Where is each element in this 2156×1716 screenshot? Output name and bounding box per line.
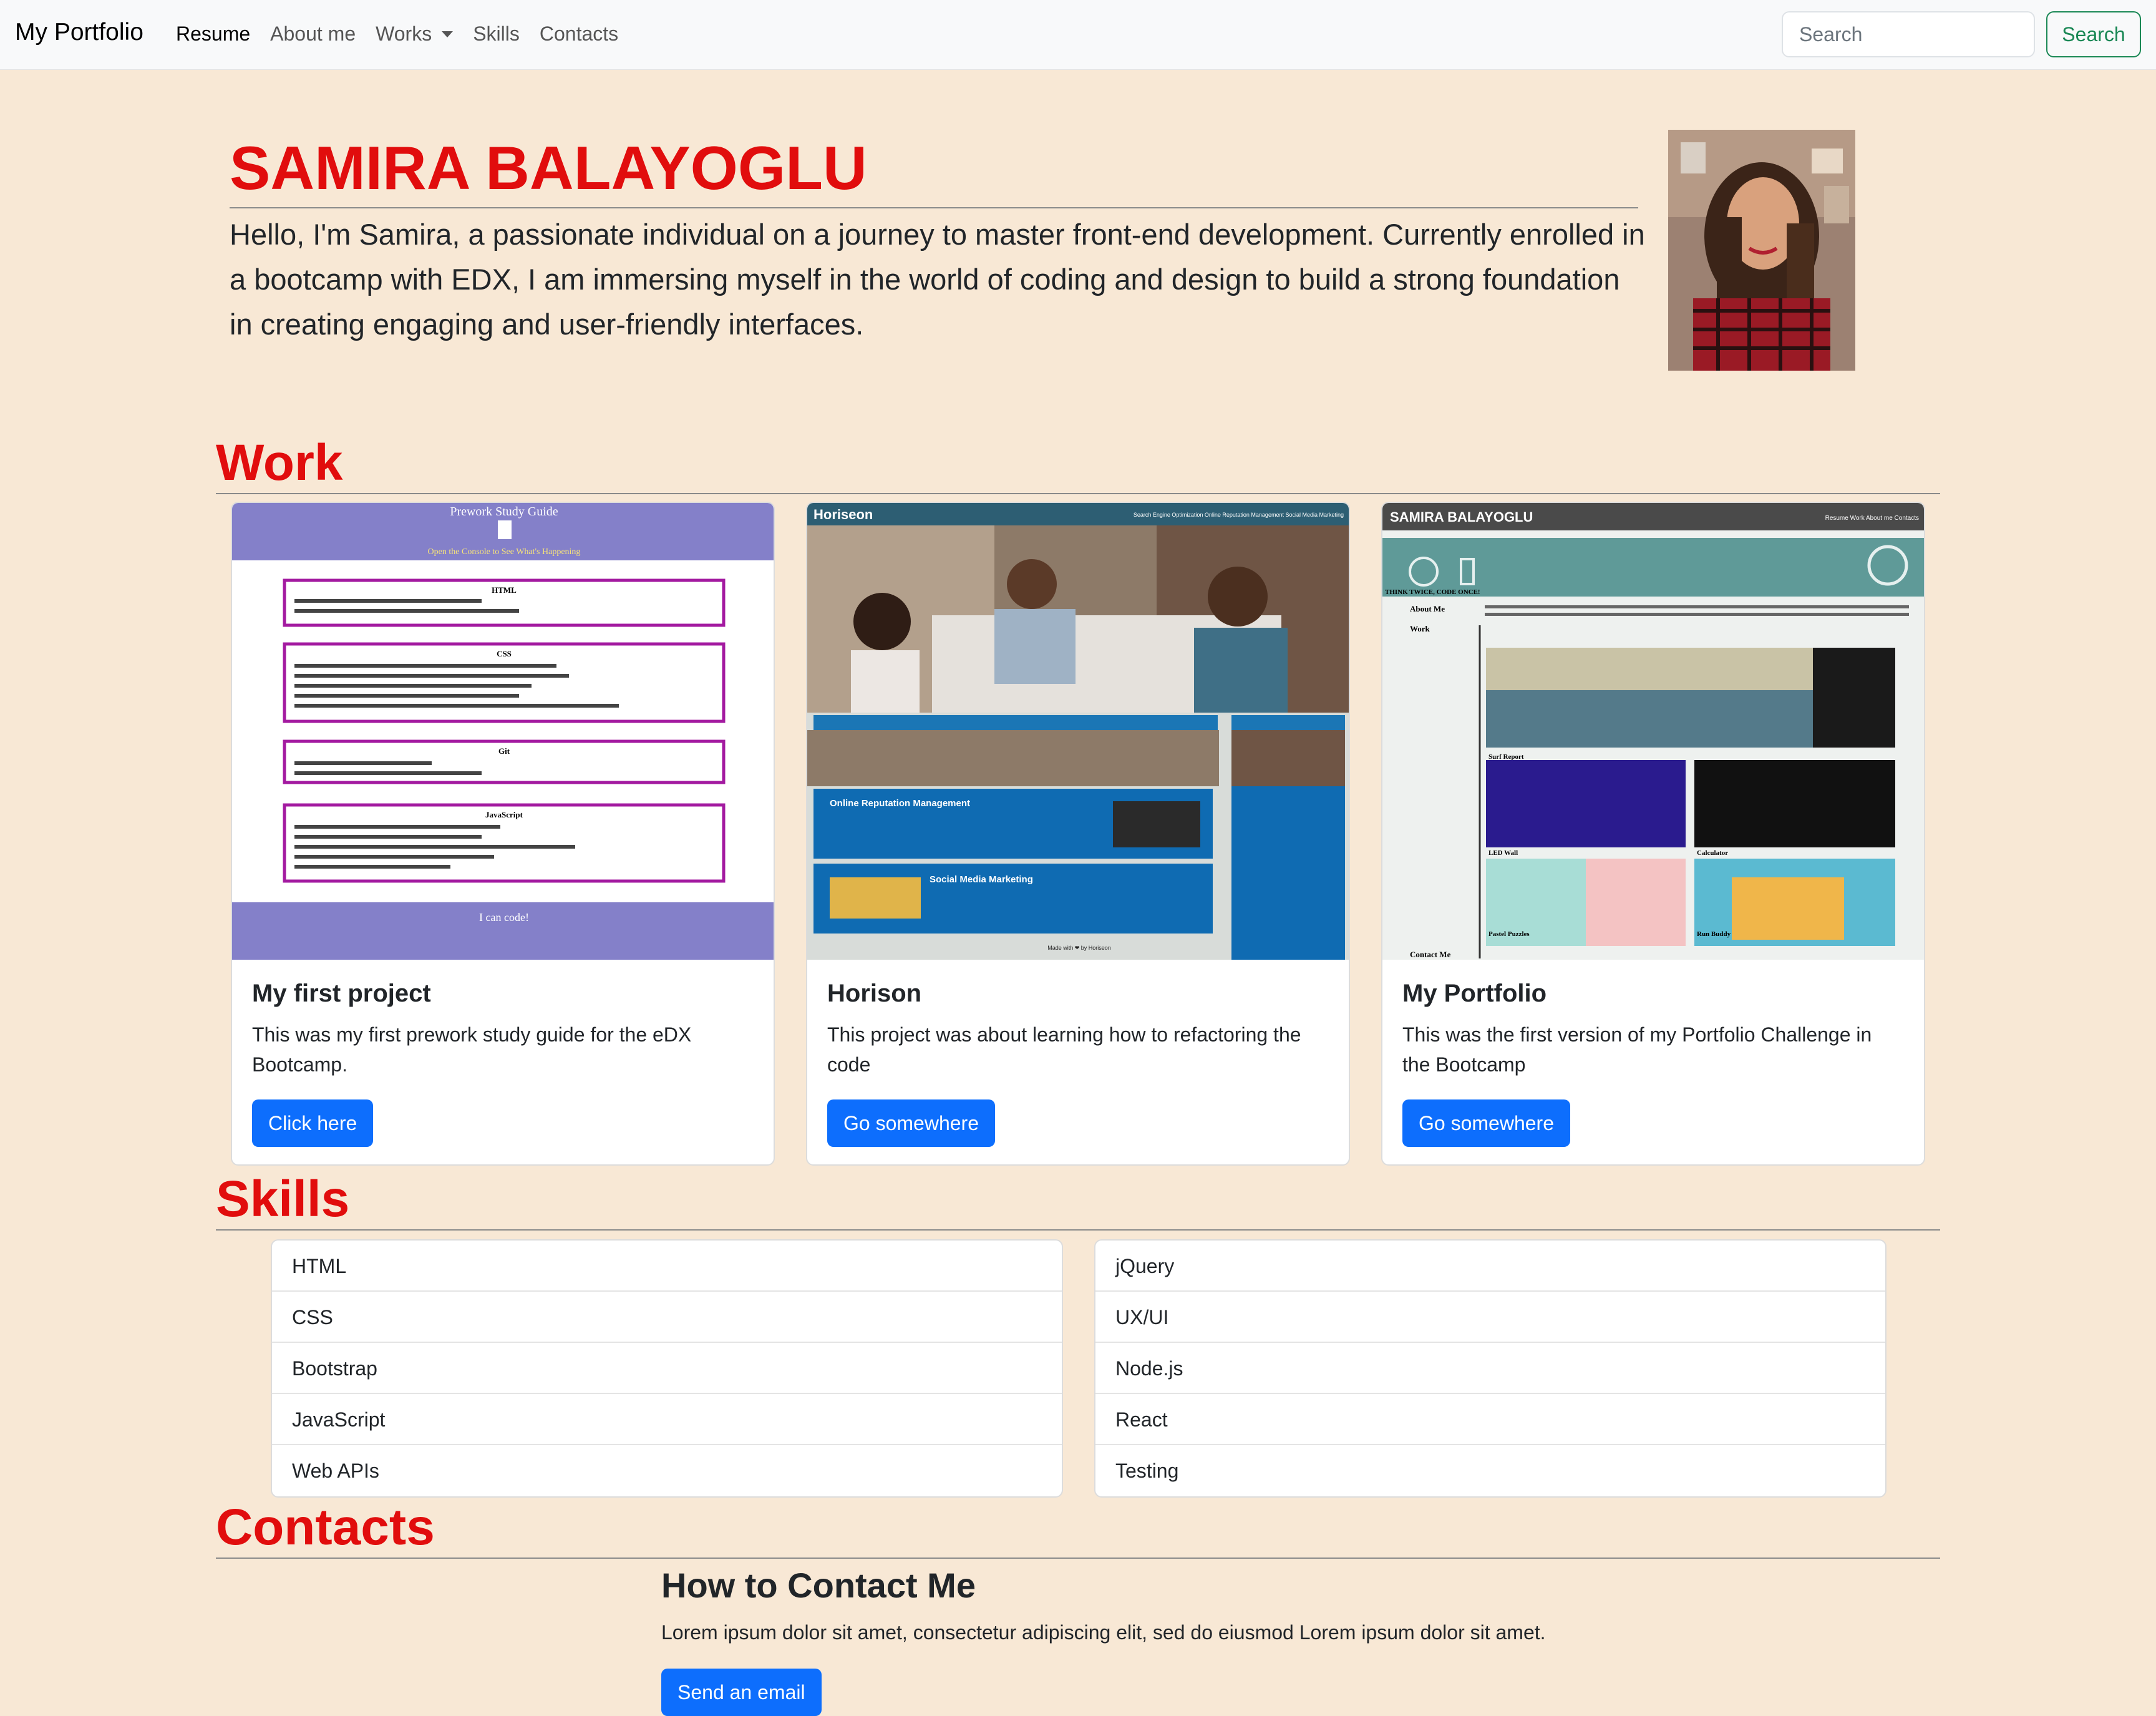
list-item: JavaScript	[272, 1394, 1062, 1445]
project-thumbnail[interactable]: Prework Study Guide Open the Console to …	[232, 503, 774, 960]
thumb-tile: Calculator	[1697, 849, 1728, 857]
navbar: My Portfolio Resume About me Works Skill…	[0, 0, 2156, 70]
nav-link-contacts[interactable]: Contacts	[540, 22, 618, 46]
list-item: UX/UI	[1095, 1292, 1885, 1343]
caret-down-icon	[442, 31, 454, 37]
thumb-panel: Social Media Marketing	[930, 874, 1033, 885]
thumb-tagline: THINK TWICE, CODE ONCE!	[1385, 588, 1480, 596]
card-text: This was my first prework study guide fo…	[252, 1023, 692, 1076]
thumb-subheading: Open the Console to See What's Happening	[428, 547, 581, 557]
thumb-heading: Prework Study Guide	[450, 505, 558, 519]
list-item: HTML	[272, 1241, 1062, 1292]
thumb-section: JavaScript	[485, 810, 523, 819]
thumb-tile: Run Buddy	[1697, 930, 1731, 938]
project-card-prework: Prework Study Guide Open the Console to …	[231, 502, 775, 1166]
project-card-horiseon: Horiseon Search Engine Optimization Onli…	[806, 502, 1350, 1166]
nav-link-about[interactable]: About me	[270, 22, 356, 46]
nav-link-skills[interactable]: Skills	[473, 22, 520, 46]
thumb-section: Git	[498, 746, 510, 756]
click-here-button[interactable]: Click here	[252, 1099, 374, 1147]
skills-section-title: Skills	[216, 1169, 1940, 1231]
thumb-contact-label: Contact Me	[1410, 950, 1451, 959]
nav-link-works-dropdown[interactable]: Works	[376, 22, 454, 46]
thumb-header: SAMIRA BALAYOGLU	[1390, 509, 1533, 525]
project-thumbnail[interactable]: Horiseon Search Engine Optimization Onli…	[807, 503, 1349, 960]
nav-links: Resume About me Works Skills Contacts	[176, 22, 638, 46]
list-item: Web APIs	[292, 1460, 379, 1482]
skills-list-right: jQuery UX/UI Node.js React Testing	[1094, 1239, 1886, 1498]
card-text: This project was about learning how to r…	[827, 1023, 1301, 1076]
thumb-nav: Search Engine Optimization Online Reputa…	[1134, 512, 1344, 518]
list-item: Testing	[1115, 1460, 1179, 1482]
profile-photo	[1668, 130, 1855, 371]
thumb-work-label: Work	[1410, 624, 1430, 633]
card-title: Horison	[827, 980, 922, 1007]
list-item: Bootstrap	[272, 1343, 1062, 1394]
thumb-tile: LED Wall	[1488, 849, 1518, 857]
brand-link[interactable]: My Portfolio	[15, 19, 143, 46]
project-thumbnail[interactable]: SAMIRA BALAYOGLU Resume Work About me Co…	[1382, 503, 1924, 960]
list-item: Node.js	[1095, 1343, 1885, 1394]
thumb-footer: Made with ❤ by Horiseon	[1047, 945, 1111, 951]
thumb-tile: Surf Report	[1488, 753, 1524, 761]
hero-name: SAMIRA BALAYOGLU	[230, 131, 1638, 208]
skills-list-left: HTML CSS Bootstrap JavaScript Web APIs	[271, 1239, 1063, 1498]
work-section-title: Work	[216, 433, 1940, 494]
project-card-portfolio: SAMIRA BALAYOGLU Resume Work About me Co…	[1381, 502, 1925, 1166]
contact-text: Lorem ipsum dolor sit amet, consectetur …	[661, 1621, 1546, 1644]
send-email-button[interactable]: Send an email	[661, 1669, 822, 1716]
card-title: My first project	[252, 980, 431, 1007]
thumb-logo: Horiseon	[813, 507, 873, 522]
thumb-section: CSS	[497, 649, 512, 658]
thumb-tile: Pastel Puzzles	[1488, 930, 1530, 938]
thumb-about-label: About Me	[1410, 604, 1445, 613]
thumb-footer: I can code!	[479, 911, 529, 924]
search-button[interactable]: Search	[2046, 11, 2141, 57]
hero-intro: Hello, I'm Samira, a passionate individu…	[230, 218, 1645, 341]
go-somewhere-button[interactable]: Go somewhere	[827, 1099, 995, 1147]
nav-link-works-label: Works	[376, 22, 432, 45]
list-item: React	[1095, 1394, 1885, 1445]
list-item: CSS	[272, 1292, 1062, 1343]
thumb-nav: Resume Work About me Contacts	[1825, 515, 1919, 522]
card-title: My Portfolio	[1402, 980, 1547, 1007]
list-item: jQuery	[1095, 1241, 1885, 1292]
search-input[interactable]	[1782, 11, 2035, 57]
go-somewhere-button[interactable]: Go somewhere	[1402, 1099, 1570, 1147]
nav-link-resume[interactable]: Resume	[176, 22, 250, 46]
thumb-section: HTML	[492, 585, 517, 595]
thumb-panel: Online Reputation Management	[830, 798, 970, 809]
card-text: This was the first version of my Portfol…	[1402, 1023, 1872, 1076]
contact-heading: How to Contact Me	[661, 1566, 976, 1605]
contacts-section-title: Contacts	[216, 1498, 1940, 1559]
